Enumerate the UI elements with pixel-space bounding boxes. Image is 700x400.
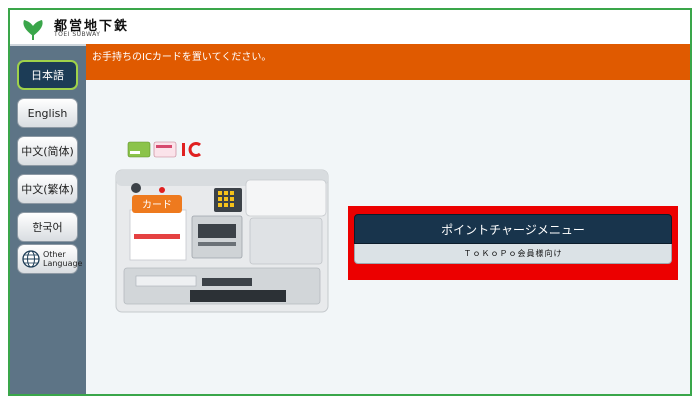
screen-frame: 都営地下鉄 TOEI SUBWAY 日本語 English 中文(简体) 中文(…: [8, 8, 692, 396]
language-label: 中文(繁体): [21, 183, 74, 196]
ticket-machine-illustration: カード: [115, 169, 329, 313]
header: 都営地下鉄 TOEI SUBWAY: [10, 10, 690, 44]
card-icons: [127, 141, 201, 158]
language-button-other[interactable]: Other Language: [17, 244, 82, 274]
language-label: 한국어: [32, 221, 63, 234]
language-button-chinese-simplified[interactable]: 中文(简体): [17, 136, 78, 166]
instruction-text: お手持ちのICカードを置いてください。: [92, 52, 272, 63]
point-charge-menu-button[interactable]: ポイントチャージメニュー: [354, 214, 672, 244]
other-label-line1: Other: [43, 250, 66, 259]
language-sidebar: 日本語 English 中文(简体) 中文(繁体) 한국어 Other Lang…: [10, 44, 86, 394]
charge-menu-subtitle-button[interactable]: ＴｏＫｏＰｏ会員様向け: [354, 244, 672, 264]
language-button-english[interactable]: English: [17, 98, 78, 128]
logo-text-en: TOEI SUBWAY: [54, 31, 101, 38]
pasmo-card-icon: [153, 141, 177, 158]
charge-menu-title: ポイントチャージメニュー: [441, 222, 585, 237]
suica-card-icon: [127, 141, 151, 158]
language-label: English: [27, 106, 68, 120]
language-label: 中文(简体): [21, 145, 74, 158]
language-button-chinese-traditional[interactable]: 中文(繁体): [17, 174, 78, 204]
language-button-korean[interactable]: 한국어: [17, 212, 78, 242]
language-label: 日本語: [31, 69, 64, 82]
sidebar-divider: [10, 44, 86, 46]
instruction-bar: お手持ちのICカードを置いてください。: [86, 44, 690, 80]
language-button-japanese[interactable]: 日本語: [17, 60, 78, 90]
other-label-line2: Language: [43, 259, 83, 268]
globe-icon: [22, 250, 40, 268]
charge-menu-highlight: ポイントチャージメニュー ＴｏＫｏＰｏ会員様向け: [348, 206, 678, 280]
card-slot-label: カード: [142, 199, 172, 211]
other-language-label: Other Language: [43, 250, 82, 268]
charge-menu-subtitle: ＴｏＫｏＰｏ会員様向け: [463, 249, 563, 258]
ic-logo-icon: [182, 142, 201, 157]
toei-ginkgo-leaf-icon: [23, 20, 43, 40]
